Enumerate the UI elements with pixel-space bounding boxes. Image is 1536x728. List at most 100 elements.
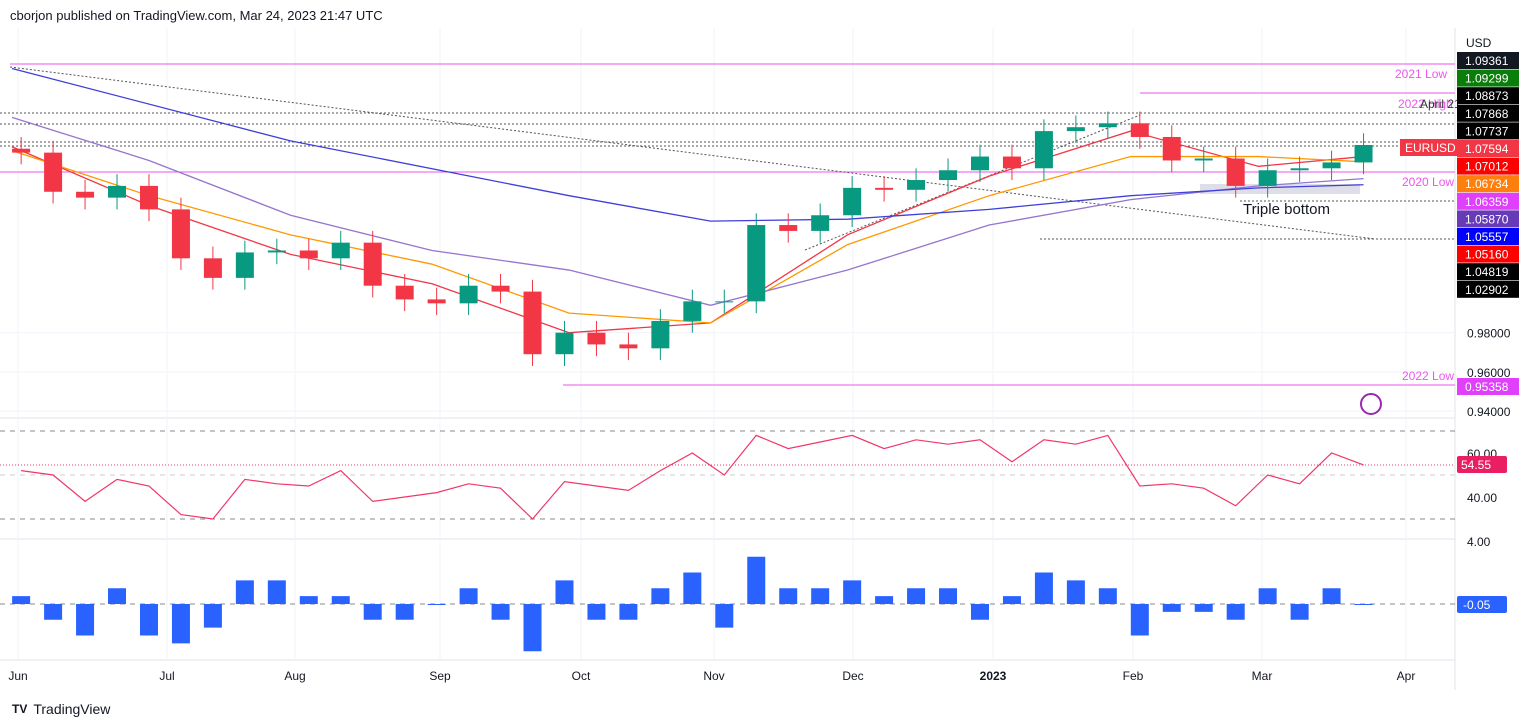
histogram-bar	[970, 604, 989, 620]
rsi-line	[21, 434, 1364, 520]
candle-body	[970, 156, 989, 171]
candle-body	[1034, 131, 1053, 169]
price-tag-value: 1.05870	[1465, 212, 1509, 226]
footer-brand: TV TradingView	[12, 701, 110, 717]
histogram-bar	[1322, 588, 1341, 604]
histogram-bar	[715, 604, 734, 628]
candle-body	[203, 258, 222, 278]
candle-body	[12, 148, 31, 153]
histogram-value: -0.05	[1463, 598, 1491, 612]
currency-label: USD	[1466, 36, 1492, 50]
candle-body	[76, 191, 95, 198]
candle-body	[1226, 158, 1245, 186]
histogram-bar	[203, 604, 222, 628]
tradingview-logo-icon: TV	[12, 702, 28, 716]
candle-body	[523, 291, 542, 355]
histogram-bar	[1290, 604, 1309, 620]
x-tick-label: Dec	[842, 669, 863, 683]
candle-body	[1194, 158, 1213, 161]
candle-body	[427, 299, 446, 304]
histogram-bar	[1354, 604, 1373, 605]
histogram-bar	[1002, 596, 1021, 604]
price-tag-value: 1.08873	[1465, 89, 1509, 103]
histogram-bar	[395, 604, 414, 620]
histogram-bar	[139, 604, 158, 636]
price-tag-value: 0.95358	[1465, 380, 1509, 394]
histogram-bar	[747, 556, 766, 604]
histogram-bar	[1066, 580, 1085, 604]
histogram-bar	[555, 580, 574, 604]
histogram-bar	[587, 604, 606, 620]
candle-body	[1354, 145, 1373, 163]
candle-body	[1258, 170, 1277, 186]
histogram-bar	[427, 604, 446, 605]
candle-body	[1098, 123, 1117, 128]
candle-body	[1002, 156, 1021, 169]
x-tick-label: Mar	[1252, 669, 1273, 683]
histogram-bar	[12, 596, 31, 604]
chart-canvas[interactable]: Jun Jul Aug Sep Oct Nov Dec 2023 Feb Mar Apr 0.9800…	[0, 0, 1536, 728]
histogram-bar	[299, 596, 318, 604]
price-tag-value: 1.05160	[1465, 248, 1509, 262]
price-tag-value: 1.09361	[1465, 54, 1509, 68]
candle-body	[651, 320, 670, 349]
candle-body	[555, 332, 574, 355]
candle-body	[843, 187, 862, 216]
price-tag-value: 1.06734	[1465, 177, 1509, 191]
candle-body	[683, 301, 702, 321]
level-label: April 21	[1420, 97, 1461, 111]
histogram-bar	[76, 604, 95, 636]
histogram-bar	[235, 580, 254, 604]
histogram-bar	[1194, 604, 1213, 612]
candle-body	[715, 301, 734, 303]
histogram-bar	[331, 596, 350, 604]
level-label: 2020 Low	[1402, 175, 1454, 189]
histogram-bar	[267, 580, 286, 604]
histogram-bar	[1258, 588, 1277, 604]
candle-body	[459, 285, 478, 304]
price-tag-value: 1.06359	[1465, 195, 1509, 209]
rsi-tick-label: 40.00	[1467, 491, 1497, 505]
candle-body	[108, 185, 127, 198]
histogram-bar	[523, 604, 542, 652]
candle-body	[491, 285, 510, 292]
x-tick-label: Aug	[284, 669, 305, 683]
price-tag-value: 1.07012	[1465, 160, 1509, 174]
x-tick-label: Oct	[572, 669, 591, 683]
candle-body	[363, 242, 382, 286]
candle-body	[875, 187, 894, 190]
histogram-bar	[363, 604, 382, 620]
brand-name: TradingView	[33, 701, 111, 717]
rsi-value: 54.55	[1461, 458, 1491, 472]
histogram-bar	[1162, 604, 1181, 612]
candle-body	[811, 215, 830, 231]
candle-body	[1130, 123, 1149, 137]
histogram-bar	[907, 588, 926, 604]
candle-body	[939, 170, 958, 181]
histogram-bar	[779, 588, 798, 604]
candle-body	[587, 332, 606, 345]
annotation-triple-bottom: Triple bottom	[1243, 201, 1330, 218]
candle-body	[907, 180, 926, 190]
x-tick-label: Feb	[1123, 669, 1144, 683]
candle-body	[331, 242, 350, 259]
histogram-bar	[1098, 588, 1117, 604]
x-tick-label: Sep	[429, 669, 451, 683]
histogram-bar	[843, 580, 862, 604]
candle-body	[395, 285, 414, 300]
candle-body	[1066, 127, 1085, 132]
candle-body	[299, 250, 318, 259]
candle-body	[1162, 136, 1181, 161]
x-tick-label: Jun	[8, 669, 27, 683]
histogram-bar	[875, 596, 894, 604]
price-tag-value: 1.04819	[1465, 265, 1509, 279]
histogram-bar	[619, 604, 638, 620]
histogram-bar	[44, 604, 63, 620]
level-label: 2022 Low	[1402, 369, 1454, 383]
candle-body	[171, 209, 190, 259]
level-label: 2021 Low	[1395, 67, 1447, 81]
price-tag-value: 1.07868	[1465, 107, 1509, 121]
price-tag-value: 1.02902	[1465, 283, 1509, 297]
price-tag-value: 1.05557	[1465, 230, 1509, 244]
y-tick-label: 0.94000	[1467, 405, 1511, 419]
